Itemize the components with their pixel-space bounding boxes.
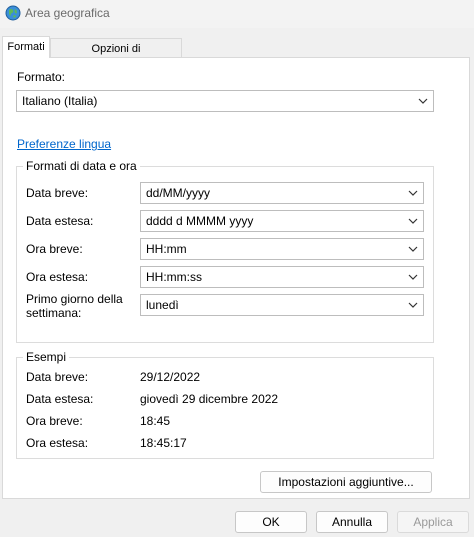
long-time-label: Ora estesa: xyxy=(26,270,89,284)
short-date-label: Data breve: xyxy=(26,186,89,200)
long-date-select[interactable]: dddd d MMMM yyyy xyxy=(140,210,424,232)
chevron-down-icon xyxy=(408,302,418,308)
examples-title: Esempi xyxy=(23,350,70,364)
format-select[interactable]: Italiano (Italia) xyxy=(16,90,434,112)
example-short-time-value: 18:45 xyxy=(140,414,171,428)
globe-icon xyxy=(5,5,21,21)
short-time-label: Ora breve: xyxy=(26,242,83,256)
example-long-time-label: Ora estesa: xyxy=(26,436,89,450)
window-title: Area geografica xyxy=(25,6,110,20)
title-bar: Area geografica xyxy=(0,0,474,28)
ok-button[interactable]: OK xyxy=(235,511,307,533)
long-date-label: Data estesa: xyxy=(26,214,94,228)
chevron-down-icon xyxy=(408,218,418,224)
apply-button[interactable]: Applica xyxy=(397,511,469,533)
format-select-value: Italiano (Italia) xyxy=(22,94,98,108)
short-date-select[interactable]: dd/MM/yyyy xyxy=(140,182,424,204)
short-date-value: dd/MM/yyyy xyxy=(146,186,211,200)
chevron-down-icon xyxy=(418,98,428,104)
cancel-button[interactable]: Annulla xyxy=(316,511,388,533)
additional-settings-button[interactable]: Impostazioni aggiuntive... xyxy=(260,471,432,493)
first-day-of-week-value: lunedì xyxy=(146,298,179,312)
date-time-formats-title: Formati di data e ora xyxy=(23,159,140,173)
tab-opzioni-amministrazione[interactable]: Opzioni di amministrazione xyxy=(50,38,182,75)
example-short-time-label: Ora breve: xyxy=(26,414,83,428)
long-date-value: dddd d MMMM yyyy xyxy=(146,214,254,228)
example-long-date-label: Data estesa: xyxy=(26,392,94,406)
first-day-of-week-label: Primo giorno della settimana: xyxy=(26,292,123,320)
short-time-select[interactable]: HH:mm xyxy=(140,238,424,260)
long-time-select[interactable]: HH:mm:ss xyxy=(140,266,424,288)
example-short-date-value: 29/12/2022 xyxy=(140,370,201,384)
first-day-of-week-select[interactable]: lunedì xyxy=(140,294,424,316)
language-preferences-link[interactable]: Preferenze lingua xyxy=(17,137,111,151)
example-long-date-value: giovedì 29 dicembre 2022 xyxy=(140,392,279,406)
chevron-down-icon xyxy=(408,274,418,280)
long-time-value: HH:mm:ss xyxy=(146,270,202,284)
chevron-down-icon xyxy=(408,246,418,252)
example-short-date-label: Data breve: xyxy=(26,370,89,384)
format-label: Formato: xyxy=(17,70,66,84)
example-long-time-value: 18:45:17 xyxy=(140,436,187,450)
chevron-down-icon xyxy=(408,190,418,196)
short-time-value: HH:mm xyxy=(146,242,187,256)
tab-formati[interactable]: Formati xyxy=(2,36,50,58)
